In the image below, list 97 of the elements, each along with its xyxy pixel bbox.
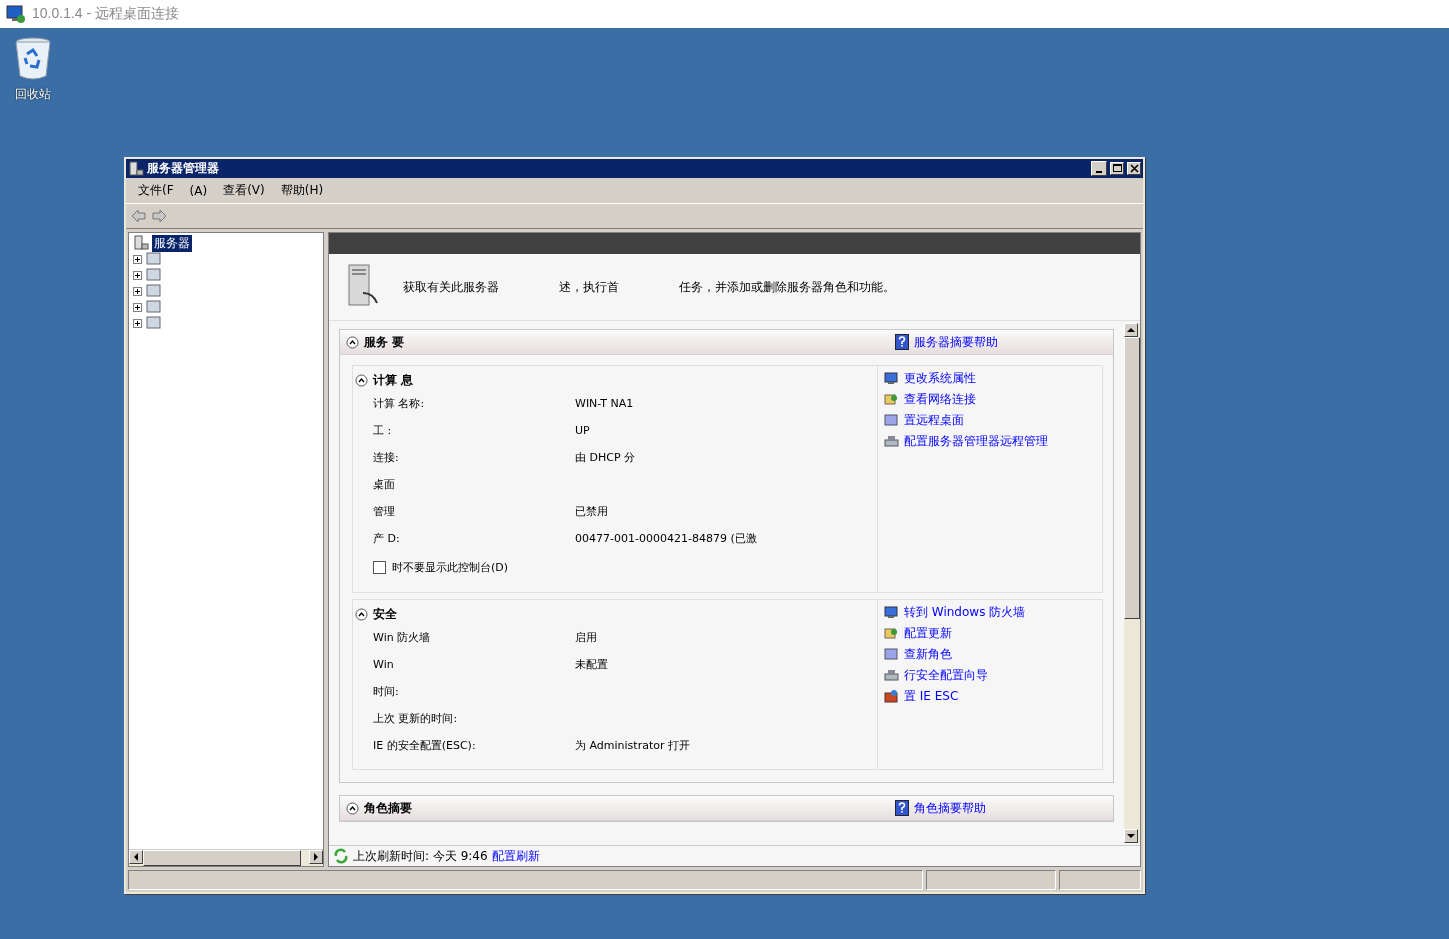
scroll-up-button[interactable] [1124, 323, 1138, 337]
menu-item[interactable]: (A) [181, 183, 216, 198]
recycle-bin-icon[interactable] [13, 36, 53, 82]
field-label: 管理 [373, 504, 396, 519]
task-icon [884, 689, 899, 703]
forward-arrow-button[interactable] [151, 208, 168, 224]
task-icon [884, 626, 899, 640]
task-link[interactable]: 转到 Windows 防火墙 [904, 603, 1026, 621]
group-title: 计算 息 [373, 371, 414, 389]
checkbox-label[interactable]: 时不要显示此控制台(D) [392, 559, 509, 575]
remote-desktop-icon [6, 4, 26, 24]
help-link[interactable]: 服务器摘要帮助 [914, 333, 998, 351]
collapse-icon[interactable] [346, 335, 359, 349]
tree-node-icon [146, 268, 162, 282]
description-text: 获取有关此服务器 [403, 278, 499, 296]
field-label: 产 D: [373, 531, 401, 546]
menu-item[interactable]: 文件(F [130, 182, 182, 199]
tree-node-icon [146, 252, 162, 266]
right-arrow-icon [313, 853, 319, 861]
field-label: Win 防火墙 [373, 630, 432, 645]
tree-item[interactable]: 服务器 [152, 234, 192, 252]
window-title: 10.0.1.4 - 远程桌面连接 [32, 5, 180, 23]
scroll-left-button[interactable] [129, 850, 143, 864]
field-label: Win [373, 658, 395, 671]
task-link[interactable]: 置远程桌面 [904, 411, 964, 429]
task-icon [884, 371, 899, 385]
field-label: 桌面 [373, 477, 396, 492]
tree-node-icon [146, 300, 162, 314]
minimize-button[interactable] [1091, 161, 1107, 176]
close-icon [1129, 164, 1139, 173]
task-link[interactable]: 查新角色 [904, 645, 952, 663]
expand-icon[interactable] [133, 254, 142, 264]
field-value: 已禁用 [575, 504, 609, 519]
task-icon [884, 413, 899, 427]
description-text: 任务，并添加或删除服务器角色和功能。 [679, 278, 895, 296]
task-link[interactable]: 配置服务器管理器远程管理 [904, 432, 1048, 450]
minimize-icon [1096, 171, 1102, 173]
tree-node-icon [146, 284, 162, 298]
scrollbar-thumb[interactable] [143, 850, 301, 866]
task-icon [884, 668, 899, 682]
collapse-icon[interactable] [355, 373, 368, 387]
field-value: 00477-001-0000421-84879 (已激 [575, 531, 758, 546]
expand-icon[interactable] [133, 270, 142, 280]
field-value: 未配置 [575, 657, 609, 672]
checkbox[interactable] [373, 560, 386, 574]
up-arrow-icon [1127, 327, 1135, 333]
menu-item[interactable]: 帮助(H) [272, 182, 332, 199]
task-icon [884, 605, 899, 619]
field-value: UP [575, 424, 591, 437]
back-arrow-button[interactable] [130, 208, 147, 224]
help-icon [895, 800, 909, 816]
field-label: 工 : [373, 423, 393, 438]
task-link[interactable]: 配置更新 [904, 624, 952, 642]
last-refresh-text: 上次刷新时间: 今天 9:46 [353, 847, 488, 865]
task-icon [884, 392, 899, 406]
window-title: 服务器管理器 [147, 160, 220, 177]
field-label: 连接: [373, 450, 400, 465]
server-icon [128, 160, 144, 177]
task-link[interactable]: 行安全配置向导 [904, 666, 988, 684]
group-title: 安全 [373, 605, 397, 623]
maximize-button[interactable] [1110, 162, 1124, 175]
description-text: 述，执行首 [559, 278, 619, 296]
desktop-icon-label[interactable]: 回收站 [15, 86, 51, 103]
tree-node-icon [146, 316, 162, 330]
left-arrow-icon [133, 853, 139, 861]
section-title: 角色摘要 [364, 799, 413, 817]
help-link[interactable]: 角色摘要帮助 [914, 799, 986, 817]
menu-item[interactable]: 查看(V) [215, 182, 273, 199]
close-button[interactable] [1127, 162, 1141, 175]
expand-icon[interactable] [133, 302, 142, 312]
server-icon [133, 235, 149, 251]
task-icon [884, 434, 899, 448]
expand-icon[interactable] [133, 318, 142, 328]
task-icon [884, 647, 899, 661]
refresh-icon [333, 848, 349, 864]
maximize-icon [1112, 164, 1122, 173]
task-link[interactable]: 查看网络连接 [904, 390, 976, 408]
collapse-icon[interactable] [346, 801, 359, 815]
field-value: 启用 [575, 630, 598, 645]
field-value: 由 DHCP 分 [575, 450, 637, 465]
field-label: 时间: [373, 684, 400, 699]
section-title: 服务 要 [364, 333, 406, 351]
collapse-icon[interactable] [355, 607, 368, 621]
scroll-right-button[interactable] [309, 850, 323, 864]
expand-icon[interactable] [133, 286, 142, 296]
field-label: IE 的安全配置(ESC): [373, 738, 477, 753]
down-arrow-icon [1127, 833, 1135, 839]
field-value: 为 Administrator 打开 [575, 738, 691, 753]
task-link[interactable]: 置 IE ESC [904, 687, 959, 705]
field-value: WIN-T NA1 [575, 397, 635, 410]
configure-refresh-link[interactable]: 配置刷新 [491, 847, 540, 865]
task-link[interactable]: 更改系统属性 [904, 369, 976, 387]
field-label: 计算 名称: [373, 396, 426, 411]
scroll-down-button[interactable] [1124, 829, 1138, 843]
help-icon [895, 334, 909, 350]
scrollbar-thumb[interactable] [1124, 337, 1140, 619]
field-label: 上次 更新的时间: [373, 711, 459, 726]
